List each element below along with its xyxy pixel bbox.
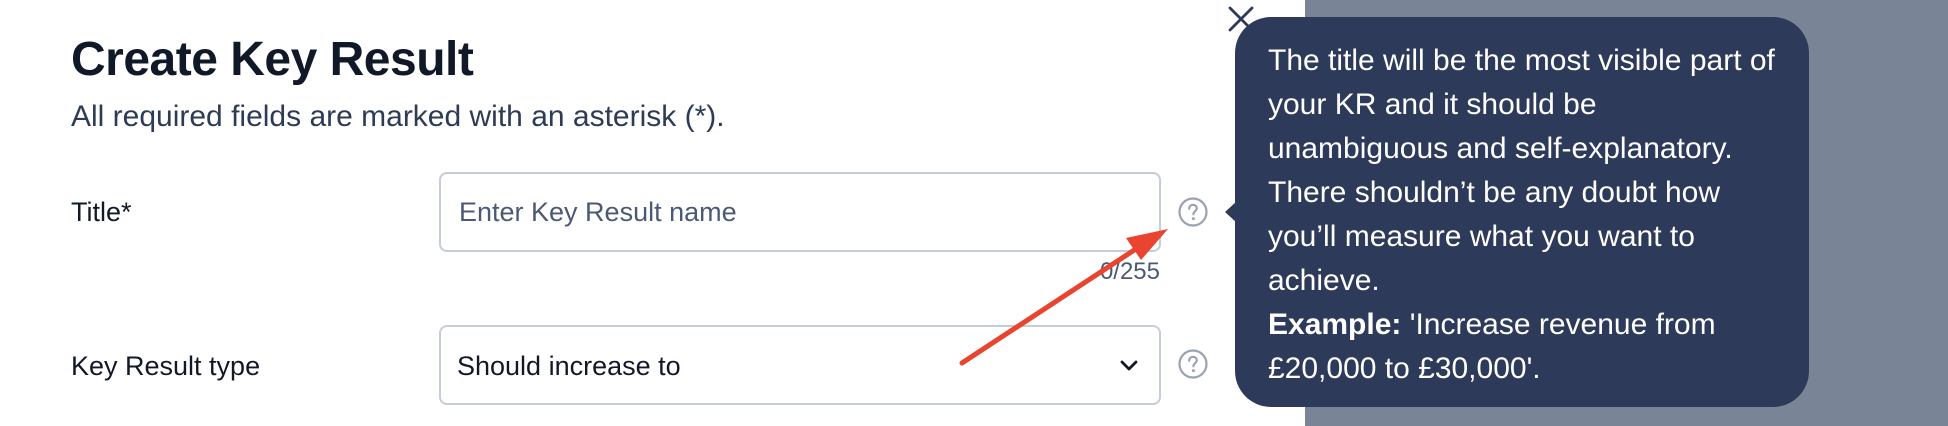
key-result-type-label: Key Result type [71, 351, 261, 381]
character-counter: 0/255 [1099, 258, 1160, 285]
page-title: Create Key Result [71, 33, 474, 86]
title-field-label: Title* [71, 197, 132, 227]
help-tooltip: The title will be the most visible part … [1235, 17, 1809, 407]
title-input[interactable] [439, 172, 1161, 252]
create-key-result-page: Create Key Result All required fields ar… [0, 0, 1948, 426]
tooltip-example: Example: 'Increase revenue from £20,000 … [1268, 303, 1779, 391]
key-result-type-select[interactable]: Should increase to [439, 325, 1161, 405]
selected-value: Should increase to [457, 351, 681, 381]
key-result-type-help-icon[interactable] [1177, 348, 1209, 380]
tooltip-text: The title will be the most visible part … [1268, 44, 1775, 297]
chevron-down-icon [1120, 360, 1138, 371]
required-fields-note: All required fields are marked with an a… [71, 100, 725, 133]
tooltip-example-label: Example: [1268, 308, 1402, 341]
title-help-icon[interactable] [1177, 196, 1209, 228]
